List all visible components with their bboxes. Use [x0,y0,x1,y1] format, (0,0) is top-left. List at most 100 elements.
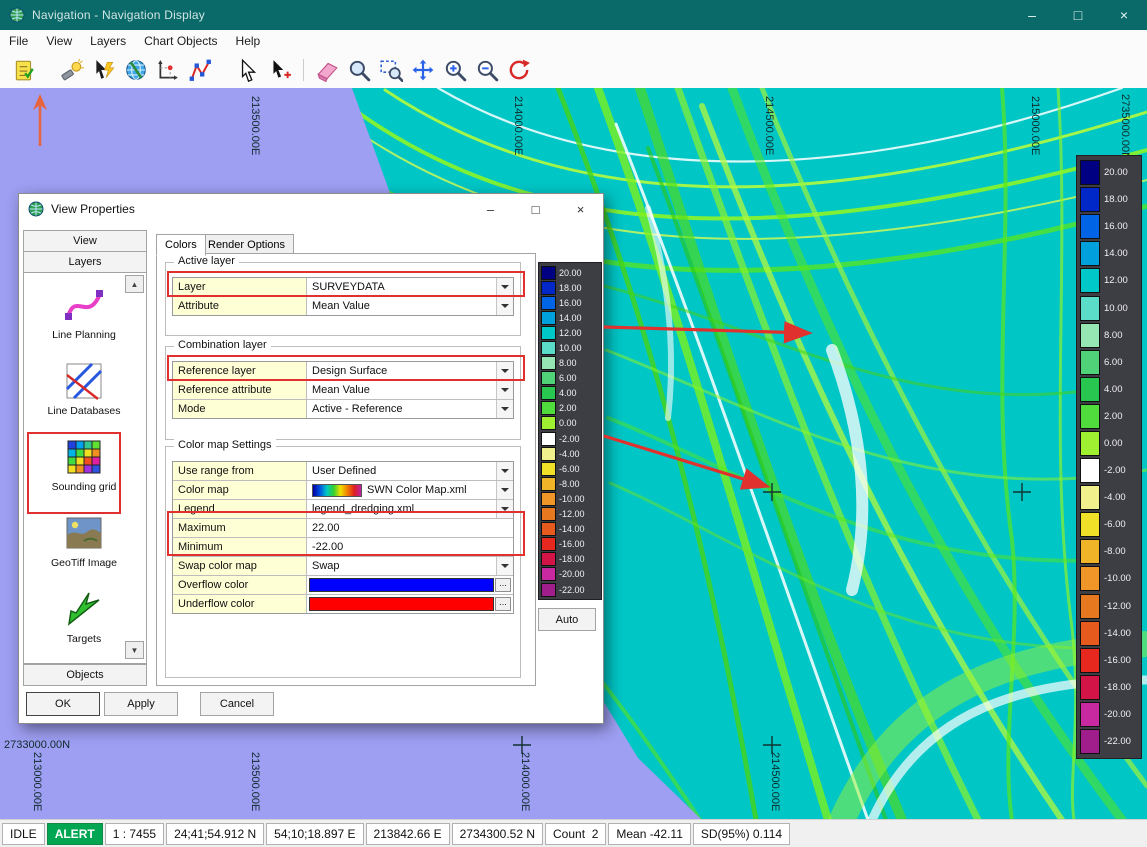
dialog-maximize-button[interactable]: □ [513,194,558,224]
sidebar-item-line-databases[interactable]: Line Databases [34,359,134,417]
status-segment-2: 1 : 7455 [105,823,164,845]
overflow-more-button[interactable]: ... [495,578,511,592]
layers-sidebar-button[interactable]: Layers [23,251,147,273]
route-planning-icon[interactable] [185,56,215,84]
dialog-minimize-button[interactable]: – [468,194,513,224]
legend-entry: 12.00 [1080,267,1138,294]
view-properties-dialog: View Properties – □ × View Layers ▲ Line… [18,193,604,724]
dropdown-arrow-icon[interactable] [496,500,513,518]
legend-swatch [1080,187,1100,212]
legend-entry: 20.00 [541,265,599,280]
application-window: Navigation - Navigation Display – □ × Fi… [0,0,1147,847]
minimum-input[interactable]: -22.00 [307,538,513,556]
maximum-label: Maximum [173,519,307,537]
layer-select[interactable]: SURVEYDATA [307,278,513,296]
targets-icon [62,587,106,631]
sounding-grid-icon [62,435,106,479]
sidebar-item-line-planning[interactable]: Line Planning [34,283,134,341]
erase-highlight-icon[interactable] [312,56,342,84]
tab-render-options[interactable]: Render Options [199,234,294,255]
objects-button[interactable]: Objects [23,664,147,686]
overflow-color-bar[interactable] [309,578,494,592]
menu-file[interactable]: File [0,30,37,52]
close-button[interactable]: × [1101,0,1147,30]
legend-value: -8.00 [1104,546,1126,557]
globe-view-icon[interactable] [121,56,151,84]
layer-value: SURVEYDATA [312,281,385,293]
zoom-magnifier-icon[interactable] [344,56,374,84]
legend-entry: 14.00 [1080,240,1138,267]
maximum-input[interactable]: 22.00 [307,519,513,537]
swap-select[interactable]: Swap [307,557,513,575]
dropdown-arrow-icon[interactable] [496,278,513,296]
use-range-select[interactable]: User Defined [307,462,513,480]
pointer-flash-icon[interactable] [89,56,119,84]
zoom-in-icon[interactable] [440,56,470,84]
legend-entry: -6.00 [541,461,599,476]
attribute-label: Attribute [173,297,307,315]
underflow-color-picker[interactable]: ... [307,595,513,613]
legend-entry: -20.00 [541,567,599,582]
maximize-button[interactable]: □ [1055,0,1101,30]
minimize-button[interactable]: – [1009,0,1055,30]
zoom-window-icon[interactable] [376,56,406,84]
apply-button[interactable]: Apply [104,692,178,716]
dropdown-arrow-icon[interactable] [496,381,513,399]
menu-bar: FileViewLayersChart ObjectsHelp [0,30,1147,53]
legend-swatch [1080,566,1100,591]
legend-swatch [541,416,556,430]
tab-colors[interactable]: Colors [156,234,206,256]
mode-select[interactable]: Active - Reference [307,400,513,418]
color-map-row: Color map SWN Color Map.xml [173,481,513,500]
attribute-select[interactable]: Mean Value [307,297,513,315]
maximum-value: 22.00 [312,522,340,534]
line-planning-icon [62,283,106,327]
cancel-button[interactable]: Cancel [200,692,274,716]
sidebar-item-geotiff-image[interactable]: GeoTiff Image [34,511,134,569]
reference-attribute-select[interactable]: Mean Value [307,381,513,399]
dropdown-arrow-icon[interactable] [496,481,513,499]
ok-button[interactable]: OK [26,692,100,716]
menu-help[interactable]: Help [227,30,270,52]
legend-select[interactable]: legend_dredging.xml [307,500,513,518]
legend-value: 0.00 [559,418,577,428]
color-map-select[interactable]: SWN Color Map.xml [307,481,513,499]
mode-label: Mode [173,400,307,418]
underflow-color-bar[interactable] [309,597,494,611]
dialog-close-button[interactable]: × [558,194,603,224]
reference-attribute-row: Reference attribute Mean Value [173,381,513,400]
legend-entry: 18.00 [1080,186,1138,213]
query-cursor-icon[interactable] [265,56,295,84]
flashlight-icon[interactable] [57,56,87,84]
redraw-chart-icon[interactable] [504,56,534,84]
menu-chart-objects[interactable]: Chart Objects [135,30,226,52]
legend-entry: -8.00 [541,476,599,491]
dropdown-arrow-icon[interactable] [496,557,513,575]
svg-text:2733000.00N: 2733000.00N [4,739,70,751]
svg-text:2735000.00N: 2735000.00N [1119,94,1131,160]
menu-layers[interactable]: Layers [81,30,135,52]
menu-view[interactable]: View [37,30,81,52]
overflow-color-picker[interactable]: ... [307,576,513,594]
window-title: Navigation - Navigation Display [32,8,205,22]
dropdown-arrow-icon[interactable] [496,400,513,418]
auto-button[interactable]: Auto [538,608,596,631]
colormap-swatch-icon [312,484,362,497]
sidebar-item-sounding-grid[interactable]: Sounding grid [34,435,134,493]
project-checklist-icon[interactable] [9,56,39,84]
sidebar-item-targets[interactable]: Targets [34,587,134,645]
legend-value: -2.00 [1104,465,1126,476]
swap-value: Swap [312,560,340,572]
xy-coordinates-icon[interactable] [153,56,183,84]
dropdown-arrow-icon[interactable] [496,362,513,380]
pan-view-icon[interactable] [408,56,438,84]
underflow-more-button[interactable]: ... [495,597,511,611]
dropdown-arrow-icon[interactable] [496,462,513,480]
svg-text:214000.00E: 214000.00E [512,96,524,155]
dropdown-arrow-icon[interactable] [496,297,513,315]
zoom-out-icon[interactable] [472,56,502,84]
scroll-down-icon[interactable]: ▼ [125,641,144,659]
view-sidebar-button[interactable]: View [23,230,147,252]
select-cursor-icon[interactable] [233,56,263,84]
reference-layer-select[interactable]: Design Surface [307,362,513,380]
